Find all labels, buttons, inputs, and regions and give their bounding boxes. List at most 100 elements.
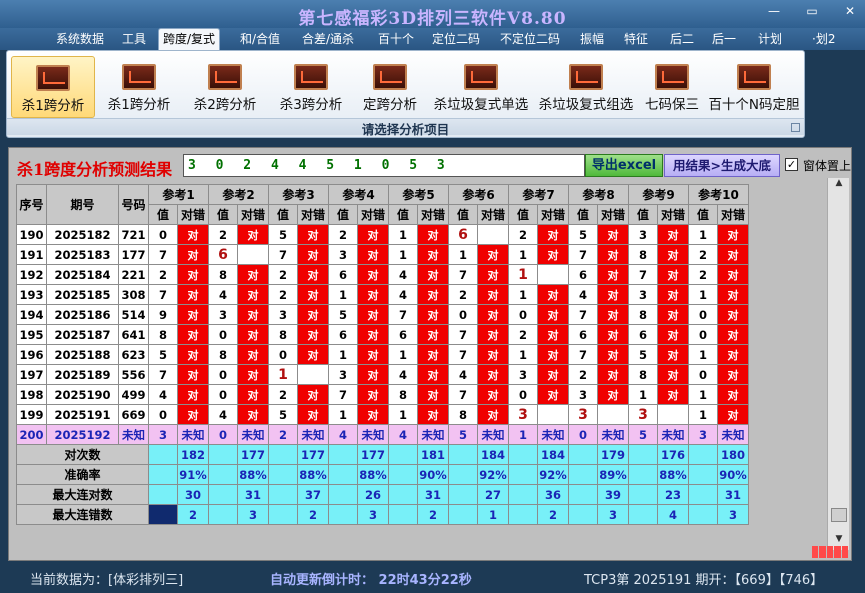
scroll-up-icon[interactable]: ▲ bbox=[828, 178, 850, 194]
row-value: 1 bbox=[388, 404, 418, 425]
row-value: 3 bbox=[568, 404, 598, 425]
pred-period: 2025192 bbox=[46, 424, 119, 445]
row-period: 2025190 bbox=[46, 384, 119, 405]
minimize-button[interactable]: — bbox=[765, 4, 783, 18]
stats-spacer bbox=[208, 444, 238, 465]
pred-value: 4 bbox=[328, 424, 358, 445]
ribbon-button-0[interactable]: 杀1跨分析 bbox=[11, 56, 95, 118]
table-row[interactable]: 198 2025190 499 4 对 0 对 2 对 7 对 8 对 7 对 0 对 3 对 1 对 1 对 bbox=[16, 384, 749, 405]
header-number: 号码 bbox=[118, 184, 149, 225]
hit-cell: 对 bbox=[357, 384, 389, 405]
table-row[interactable]: 190 2025182 721 0 对 2 对 5 对 2 对 1 对 6 2 对 5 对 3 对 1 对 bbox=[16, 224, 749, 245]
menu-item-2[interactable]: 跨度/复式 bbox=[158, 28, 221, 50]
pred-hit: 未知 bbox=[357, 424, 389, 445]
menu-item-10[interactable]: 后二 bbox=[666, 30, 698, 49]
menu-item-3[interactable]: 和/合值 bbox=[236, 30, 284, 49]
ribbon-button-5[interactable]: 杀垃圾复式单选 bbox=[427, 56, 535, 118]
row-value: 1 bbox=[328, 344, 358, 365]
table-row[interactable]: 196 2025188 623 5 对 8 对 0 对 1 对 1 对 7 对 1 对 7 对 5 对 1 对 bbox=[16, 344, 749, 365]
stats-spacer bbox=[268, 464, 298, 485]
ribbon-button-7[interactable]: 七码保三 bbox=[637, 56, 707, 118]
row-number: 177 bbox=[118, 244, 149, 265]
stats-label: 准确率 bbox=[16, 464, 149, 485]
hit-cell: 对 bbox=[477, 264, 509, 285]
prediction-row[interactable]: 200 2025192 未知 3 未知 0 未知 2 未知 4 未知 4 未知 5 未知 1 未知 0 未知 5 未知 3… bbox=[16, 424, 749, 445]
hit-cell: 对 bbox=[537, 324, 569, 345]
last-draw-status: TCP3第 2025191 期开：【669】【746】 bbox=[584, 573, 824, 588]
menu-item-8[interactable]: 振幅 bbox=[576, 30, 608, 49]
ribbon-button-6[interactable]: 杀垃圾复式组选 bbox=[535, 56, 637, 118]
stats-value: 31 bbox=[717, 484, 749, 505]
ribbon-button-label: 定跨分析 bbox=[363, 97, 417, 113]
table-row[interactable]: 195 2025187 641 8 对 0 对 8 对 6 对 6 对 7 对 2 对 6 对 6 对 0 对 bbox=[16, 324, 749, 345]
scroll-thumb[interactable] bbox=[831, 508, 847, 522]
row-value: 0 bbox=[508, 384, 538, 405]
pin-window-checkbox[interactable]: ✓ bbox=[785, 158, 798, 171]
row-value: 2 bbox=[328, 224, 358, 245]
table-row[interactable]: 192 2025184 221 2 对 8 对 2 对 6 对 4 对 7 对 1 6 对 7 对 2 对 bbox=[16, 264, 749, 285]
hit-cell: 对 bbox=[717, 404, 749, 425]
pred-value: 3 bbox=[148, 424, 178, 445]
menu-item-13[interactable]: ·划2 bbox=[808, 30, 839, 49]
vertical-scrollbar[interactable]: ▲ ▼ bbox=[827, 178, 849, 550]
close-button[interactable]: ✕ bbox=[841, 4, 859, 18]
hit-cell: 对 bbox=[597, 244, 629, 265]
table-row[interactable]: 199 2025191 669 0 对 4 对 5 对 1 对 1 对 8 对 3 3 3 1 对 bbox=[16, 404, 749, 425]
hit-cell: 对 bbox=[297, 224, 329, 245]
stats-spacer bbox=[688, 444, 718, 465]
ribbon-button-2[interactable]: 杀2跨分析 bbox=[183, 56, 267, 118]
export-excel-button[interactable]: 导出excel bbox=[585, 154, 663, 177]
table-row[interactable]: 194 2025186 514 9 对 3 对 3 对 5 对 7 对 0 对 0 对 7 对 8 对 0 对 bbox=[16, 304, 749, 325]
row-value: 0 bbox=[268, 344, 298, 365]
row-value: 7 bbox=[148, 284, 178, 305]
result-field[interactable]: 3 0 2 4 4 5 1 0 5 3 bbox=[183, 154, 585, 177]
row-value: 8 bbox=[448, 404, 478, 425]
hit-cell: 对 bbox=[537, 364, 569, 385]
table-row[interactable]: 191 2025183 177 7 对 6 7 对 3 对 1 对 1 对 1 对 7 对 8 对 2 对 bbox=[16, 244, 749, 265]
row-number: 556 bbox=[118, 364, 149, 385]
row-value: 8 bbox=[148, 324, 178, 345]
stats-label: 对次数 bbox=[16, 444, 149, 465]
ribbon-button-3[interactable]: 杀3跨分析 bbox=[269, 56, 353, 118]
table-row[interactable]: 193 2025185 308 7 对 4 对 2 对 1 对 4 对 2 对 1 对 4 对 3 对 1 对 bbox=[16, 284, 749, 305]
hit-cell: 对 bbox=[357, 244, 389, 265]
menu-item-6[interactable]: 定位二码 bbox=[428, 30, 484, 49]
ribbon-expander-icon[interactable] bbox=[791, 123, 800, 132]
pred-hit: 未知 bbox=[477, 424, 509, 445]
stats-value: 92% bbox=[537, 464, 569, 485]
row-value: 1 bbox=[268, 364, 298, 385]
generate-base-button[interactable]: 用结果>生成大底 bbox=[664, 154, 780, 177]
hit-cell: 对 bbox=[417, 404, 449, 425]
row-value: 1 bbox=[388, 224, 418, 245]
ribbon-button-8[interactable]: 百十个N码定胆 bbox=[707, 56, 801, 118]
ribbon-button-label: 杀2跨分析 bbox=[193, 97, 257, 113]
menu-item-12[interactable]: 计划 bbox=[754, 30, 786, 49]
miss-cell bbox=[537, 404, 569, 425]
hit-cell: 对 bbox=[657, 384, 689, 405]
ribbon-button-1[interactable]: 杀1跨分析 bbox=[97, 56, 181, 118]
row-value: 5 bbox=[328, 304, 358, 325]
ribbon-button-4[interactable]: 定跨分析 bbox=[351, 56, 429, 118]
hit-cell: 对 bbox=[297, 344, 329, 365]
menu-item-11[interactable]: 后一 bbox=[708, 30, 740, 49]
maximize-button[interactable]: ▭ bbox=[803, 4, 821, 18]
table-row[interactable]: 197 2025189 556 7 对 0 对 1 3 对 4 对 4 对 3 对 2 对 8 对 0 对 bbox=[16, 364, 749, 385]
menu-item-0[interactable]: 系统数据 bbox=[52, 30, 108, 49]
row-value: 3 bbox=[568, 384, 598, 405]
pred-hit: 未知 bbox=[297, 424, 329, 445]
menu-item-1[interactable]: 工具 bbox=[118, 30, 150, 49]
hit-cell: 对 bbox=[717, 284, 749, 305]
menu-item-7[interactable]: 不定位二码 bbox=[496, 30, 564, 49]
row-value: 4 bbox=[448, 364, 478, 385]
menu-item-5[interactable]: 百十个 bbox=[374, 30, 418, 49]
row-value: 2 bbox=[508, 224, 538, 245]
stats-value: 91% bbox=[177, 464, 209, 485]
row-value: 4 bbox=[148, 384, 178, 405]
hit-cell: 对 bbox=[477, 344, 509, 365]
menu-item-9[interactable]: 特征 bbox=[620, 30, 652, 49]
hit-cell: 对 bbox=[657, 364, 689, 385]
hit-cell: 对 bbox=[477, 324, 509, 345]
menu-item-4[interactable]: 合差/通杀 bbox=[298, 30, 358, 49]
analysis-table: 序号 期号 号码 参考1 参考2 参考3 参考4 参考5 参考6 参考7 参考8 参考9 参考10 值对错… bbox=[16, 184, 749, 525]
stats-spacer bbox=[148, 484, 178, 505]
